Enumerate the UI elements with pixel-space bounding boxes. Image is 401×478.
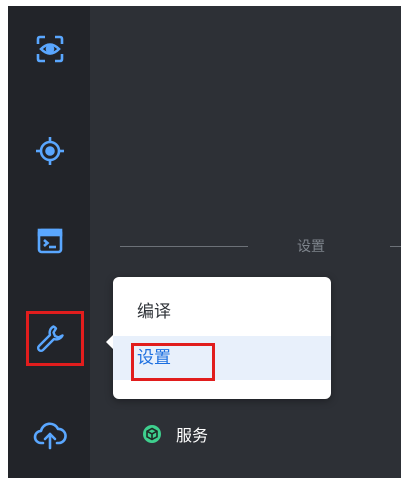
menu-item-compile[interactable]: 编译 (113, 290, 331, 334)
wrench-icon (36, 325, 64, 353)
service-label: 服务 (176, 426, 209, 445)
scan-eye-icon (36, 35, 64, 63)
app-window: 设置 (8, 6, 401, 478)
section-divider: 设置 (90, 237, 401, 257)
section-label: 设置 (297, 239, 325, 255)
terminal-icon (37, 228, 63, 254)
flyout-arrow (106, 335, 113, 349)
activity-bar (8, 6, 90, 478)
sidebar-item-deploy[interactable] (25, 410, 75, 460)
sidebar-item-scan[interactable] (25, 24, 75, 74)
highlight-box-settings (131, 343, 215, 381)
sidebar-item-target[interactable] (25, 126, 75, 176)
target-icon (36, 137, 64, 165)
service-cube-icon (143, 425, 161, 443)
divider-line-left (120, 246, 248, 247)
sidebar-item-tools[interactable] (25, 313, 75, 363)
service-item[interactable]: 服务 (142, 422, 208, 446)
divider-line-right (390, 246, 401, 247)
tools-flyout-menu: 编译 设置 (106, 277, 331, 399)
cloud-upload-icon (33, 422, 67, 450)
sidebar-item-terminal[interactable] (25, 216, 75, 266)
